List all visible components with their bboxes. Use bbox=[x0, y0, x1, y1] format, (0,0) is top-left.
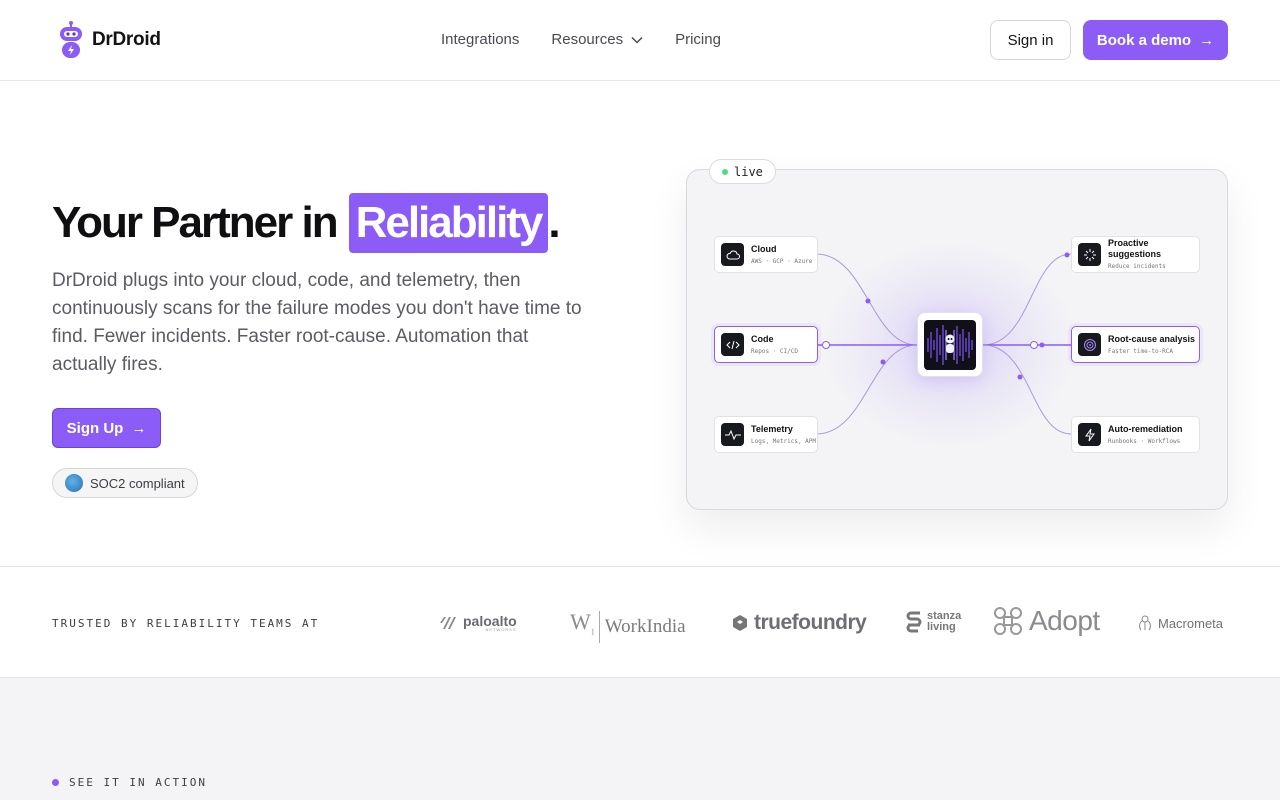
logo-macrometa-text: Macrometa bbox=[1158, 615, 1224, 631]
bolt-icon bbox=[1078, 423, 1101, 446]
node-proactive-suggestions[interactable]: Proactive suggestions Reduce incidents bbox=[1071, 236, 1200, 273]
wire-dot bbox=[1039, 342, 1045, 348]
nav-pricing-label: Pricing bbox=[675, 31, 721, 48]
node-code[interactable]: Code Repos · CI/CD bbox=[714, 326, 818, 363]
sign-up-button[interactable]: Sign Up → bbox=[52, 408, 161, 448]
wire-telemetry bbox=[815, 344, 918, 435]
logo-truefoundry-text: truefoundry bbox=[754, 611, 867, 634]
node-title: Cloud bbox=[751, 243, 777, 254]
nav-resources-label: Resources bbox=[551, 31, 624, 48]
node-title: Root-cause analysis bbox=[1108, 333, 1196, 344]
sign-up-label: Sign Up bbox=[66, 419, 124, 437]
soc2-seal-icon bbox=[65, 474, 83, 492]
site-header: DrDroid Integrations Resources Pricing S… bbox=[0, 0, 1280, 81]
sparkle-icon bbox=[1078, 243, 1101, 266]
logo-paloalto-text: paloalto bbox=[463, 613, 517, 629]
logo-truefoundry: truefoundry bbox=[731, 611, 867, 635]
soc2-label: SOC2 compliant bbox=[90, 475, 185, 491]
nav-integrations[interactable]: Integrations bbox=[441, 31, 519, 48]
logo-macrometa: Macrometa bbox=[1137, 614, 1223, 632]
logo-workindia-text: WorkIndia bbox=[604, 616, 686, 638]
wire-remediation bbox=[982, 344, 1072, 435]
node-subtitle: Reduce incidents bbox=[1108, 263, 1166, 270]
pulse-icon bbox=[721, 423, 744, 446]
live-dot bbox=[722, 168, 728, 175]
book-demo-label: Book a demo bbox=[1096, 31, 1192, 49]
logo-stanza-living: stanza living bbox=[906, 610, 961, 634]
hero-title-suffix: . bbox=[548, 198, 560, 247]
node-title: Code bbox=[751, 333, 774, 344]
sign-in-button[interactable]: Sign in bbox=[990, 20, 1071, 60]
book-demo-button[interactable]: Book a demo → bbox=[1083, 20, 1228, 60]
logo-adopt-text: Adopt bbox=[1029, 605, 1100, 636]
wire-dot bbox=[880, 359, 886, 365]
section-eyebrow-label: SEE IT IN ACTION bbox=[69, 776, 207, 789]
node-title: Proactive suggestions bbox=[1108, 238, 1162, 259]
brand-logo[interactable]: DrDroid bbox=[57, 20, 161, 59]
hero-description: DrDroid plugs into your cloud, code, and… bbox=[52, 270, 582, 375]
eyebrow-dot bbox=[52, 779, 59, 786]
soc2-badge: SOC2 compliant bbox=[52, 468, 198, 498]
wire-proactive bbox=[982, 253, 1072, 346]
hub-waveform-icon bbox=[924, 319, 976, 370]
logo-workindia: W1 WorkIndia bbox=[570, 610, 686, 644]
arrow-right-icon: → bbox=[131, 419, 147, 437]
drdroid-hub[interactable] bbox=[917, 312, 983, 377]
node-subtitle: Faster time-to-RCA bbox=[1108, 347, 1174, 355]
node-title: Auto-remediation bbox=[1108, 423, 1183, 434]
nav-resources[interactable]: Resources bbox=[551, 31, 643, 48]
node-cloud[interactable]: Cloud AWS · GCP · Azure bbox=[714, 236, 818, 273]
node-subtitle: Runbooks · Workflows bbox=[1108, 437, 1181, 445]
live-label: live bbox=[734, 164, 763, 179]
node-subtitle: Repos · CI/CD bbox=[751, 347, 798, 355]
node-telemetry[interactable]: Telemetry Logs, Metrics, APM bbox=[714, 416, 818, 453]
hero-title-prefix: Your Partner in bbox=[52, 198, 339, 247]
macrometa-mark-icon bbox=[1139, 615, 1151, 631]
target-icon bbox=[1078, 333, 1101, 356]
cloud-icon bbox=[721, 243, 744, 266]
adopt-mark-icon bbox=[994, 607, 1022, 635]
nav-pricing[interactable]: Pricing bbox=[675, 31, 721, 48]
live-indicator: live bbox=[709, 159, 776, 184]
node-subtitle: Logs, Metrics, APM bbox=[751, 437, 817, 445]
wire-dot bbox=[1064, 252, 1070, 258]
trusted-by-section: TRUSTED BY RELIABILITY TEAMS AT paloalto… bbox=[0, 566, 1280, 678]
hero-title: Your Partner in Reliability . bbox=[52, 193, 561, 253]
chevron-down-icon bbox=[631, 36, 643, 44]
node-subtitle: AWS · GCP · Azure bbox=[751, 257, 813, 265]
nav-integrations-label: Integrations bbox=[441, 31, 520, 48]
node-auto-remediation[interactable]: Auto-remediation Runbooks · Workflows bbox=[1071, 416, 1200, 453]
node-title: Telemetry bbox=[751, 423, 793, 434]
wire-port bbox=[822, 341, 830, 349]
stanza-mark-icon bbox=[906, 611, 922, 633]
robot-logo-icon bbox=[60, 21, 82, 58]
wire-dot bbox=[865, 298, 871, 304]
arrow-right-icon: → bbox=[1199, 31, 1215, 49]
code-icon bbox=[721, 333, 744, 356]
wire-dot bbox=[1017, 374, 1023, 380]
wire-port bbox=[1030, 341, 1038, 349]
logo-text: DrDroid bbox=[92, 28, 161, 50]
main-nav: Integrations Resources Pricing bbox=[441, 31, 721, 48]
hero-title-highlight: Reliability bbox=[348, 193, 549, 253]
logo-paloalto: paloalto NETWORKS bbox=[440, 614, 517, 632]
truefoundry-mark-icon bbox=[733, 615, 747, 631]
trusted-label: TRUSTED BY RELIABILITY TEAMS AT bbox=[52, 617, 320, 630]
node-root-cause-analysis[interactable]: Root-cause analysis Faster time-to-RCA bbox=[1071, 326, 1200, 363]
logo-stanza-text: stanza living bbox=[927, 610, 962, 633]
sign-in-label: Sign in bbox=[1007, 31, 1054, 49]
paloalto-mark-icon bbox=[440, 617, 456, 629]
section-eyebrow: SEE IT IN ACTION bbox=[52, 776, 207, 789]
workindia-mark-icon: W1 bbox=[570, 610, 600, 644]
logo-paloalto-sub: NETWORKS bbox=[485, 627, 517, 632]
logo-adopt: Adopt bbox=[992, 605, 1100, 637]
